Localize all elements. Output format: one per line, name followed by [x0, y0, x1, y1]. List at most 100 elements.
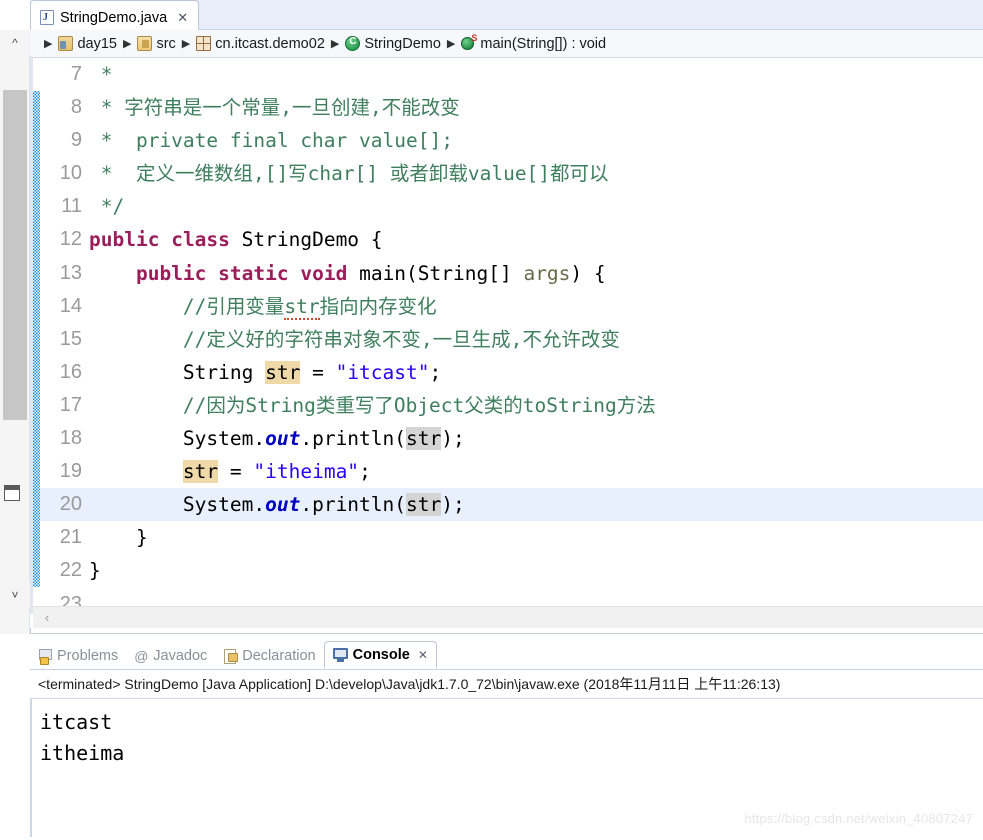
editor-tab-row: J StringDemo.java ✕	[30, 0, 983, 30]
plain-token: .println(	[300, 427, 407, 451]
code-line-12[interactable]: 12 public class StringDemo {	[40, 223, 983, 256]
plain-token: );	[441, 493, 465, 517]
code-line-7[interactable]: 7 *	[40, 58, 983, 91]
tab-problems[interactable]: Problems	[30, 643, 126, 669]
breadcrumb-item-package[interactable]: cn.itcast.demo02	[196, 36, 325, 52]
spellcheck-token: str	[284, 294, 320, 320]
line-text: //引用变量str指向内存变化	[85, 290, 437, 323]
java-file-icon: J	[40, 10, 54, 25]
breadcrumb-label: day15	[77, 35, 117, 52]
launch-status-line: <terminated> StringDemo [Java Applicatio…	[30, 670, 983, 699]
code-line-11[interactable]: 11 */	[40, 190, 983, 223]
code-line-19[interactable]: 19 str = "itheima";	[40, 455, 983, 488]
code-line-10[interactable]: 10 * 定义一维数组,[]写char[] 或者卸载value[]都可以	[40, 157, 983, 190]
editor-tab-stringdemo[interactable]: J StringDemo.java ✕	[30, 0, 200, 30]
line-number: 18	[59, 427, 82, 450]
breadcrumb-separator: ▶	[181, 38, 191, 50]
line-text: public class StringDemo {	[85, 223, 383, 256]
code-line-22[interactable]: 22 }	[40, 554, 983, 587]
code-line-20[interactable]: 20 System.out.println(str);	[40, 488, 983, 522]
source-folder-icon	[137, 36, 153, 51]
variable-occurrence-read: str	[406, 493, 442, 517]
scroll-up-icon[interactable]: ^	[0, 30, 30, 56]
variable-occurrence-read: str	[406, 427, 442, 451]
editor-tab-label: StringDemo.java	[60, 9, 168, 26]
code-line-14[interactable]: 14 //引用变量str指向内存变化	[40, 290, 983, 323]
code-line-16[interactable]: 16 String str = "itcast";	[40, 356, 983, 389]
code-line-18[interactable]: 18 System.out.println(str);	[40, 422, 983, 455]
class-icon	[345, 36, 361, 51]
comment-token: //引用变量	[182, 294, 285, 318]
plain-token: ;	[359, 460, 371, 484]
line-text: System.out.println(str);	[85, 422, 465, 455]
breadcrumb-item-day15[interactable]: day15	[58, 36, 117, 52]
comment-token: 指向内存变化	[319, 294, 437, 318]
line-number: 15	[59, 327, 82, 350]
line-number: 16	[59, 360, 82, 383]
tab-javadoc[interactable]: @ Javadoc	[126, 643, 215, 669]
breadcrumb-label: src	[156, 35, 176, 52]
keyword-token: static	[218, 261, 289, 285]
project-icon	[58, 36, 74, 51]
breadcrumb-item-class[interactable]: StringDemo	[345, 36, 441, 52]
line-number: 12	[59, 228, 82, 251]
operator-token: =	[300, 360, 336, 384]
keyword-token: public	[89, 228, 160, 252]
breadcrumb-separator: ▶	[44, 38, 53, 50]
type-token: String	[182, 360, 266, 384]
line-text: * private final char value[];	[89, 129, 453, 153]
code-editor[interactable]: 7 * 8 * 字符串是一个常量,一旦创建,不能改变 9 * private f…	[30, 58, 983, 614]
line-number: 13	[59, 261, 82, 284]
tab-declaration[interactable]: Declaration	[215, 643, 323, 669]
code-line-17[interactable]: 17 //因为String类重写了Object父类的toString方法	[40, 389, 983, 422]
line-text: public static void main(String[] args) {	[85, 257, 606, 290]
line-text: System.out.println(str);	[85, 488, 465, 521]
scroll-down-icon[interactable]: ˅	[0, 582, 30, 608]
restore-view-icon[interactable]	[4, 485, 20, 501]
editor-vertical-scrollbar[interactable]: ^ ˅	[0, 30, 30, 634]
breadcrumb-item-src[interactable]: src	[137, 35, 176, 52]
line-text: String str = "itcast";	[85, 356, 441, 389]
field-token: out	[265, 493, 301, 517]
tab-label: Declaration	[242, 648, 316, 664]
scrollbar-thumb[interactable]	[3, 90, 27, 420]
plain-token: );	[441, 427, 465, 451]
close-icon[interactable]: ✕	[177, 10, 188, 26]
field-token: out	[265, 427, 301, 451]
plain-token: StringDemo {	[229, 228, 383, 252]
breadcrumb-item-method[interactable]: S main(String[]) : void	[461, 33, 606, 52]
code-line-8[interactable]: 8 * 字符串是一个常量,一旦创建,不能改变	[40, 91, 983, 124]
tab-console[interactable]: Console ✕	[323, 641, 437, 669]
line-text: str = "itheima";	[85, 455, 371, 488]
line-number: 20	[59, 493, 82, 516]
console-icon	[332, 648, 348, 662]
scroll-left-icon[interactable]: ‹	[33, 610, 61, 625]
param-token: args	[523, 261, 571, 285]
line-text: */	[89, 195, 125, 219]
code-line-15[interactable]: 15 //定义好的字符串对象不变,一旦生成,不允许改变	[40, 323, 983, 356]
line-number: 10	[59, 162, 82, 185]
tab-label: Problems	[57, 648, 119, 664]
breadcrumb[interactable]: ▶ day15 ▶ src ▶ cn.itcast.demo02 ▶ Strin…	[30, 30, 983, 58]
changed-lines-marker	[33, 91, 40, 587]
line-text: * 字符串是一个常量,一旦创建,不能改变	[89, 96, 460, 120]
line-text: * 定义一维数组,[]写char[] 或者卸载value[]都可以	[89, 162, 609, 186]
console-part: Problems @ Javadoc Declaration Console ✕…	[30, 640, 983, 840]
line-number: 19	[59, 460, 82, 483]
editor-horizontal-scrollbar[interactable]: ‹	[33, 606, 983, 628]
breadcrumb-label: StringDemo	[364, 35, 441, 52]
breadcrumb-separator: ▶	[446, 38, 456, 50]
line-number: 11	[61, 195, 82, 218]
plain-token: .println(	[300, 493, 407, 517]
code-line-9[interactable]: 9 * private final char value[];	[40, 124, 983, 157]
code-line-21[interactable]: 21 }	[40, 521, 983, 554]
plain-token: ) {	[570, 261, 606, 285]
code-line-13[interactable]: 13 public static void main(String[] args…	[40, 257, 983, 290]
package-icon	[196, 36, 212, 51]
keyword-token: void	[300, 261, 348, 285]
close-icon[interactable]: ✕	[418, 648, 428, 662]
line-number: 14	[59, 294, 82, 317]
